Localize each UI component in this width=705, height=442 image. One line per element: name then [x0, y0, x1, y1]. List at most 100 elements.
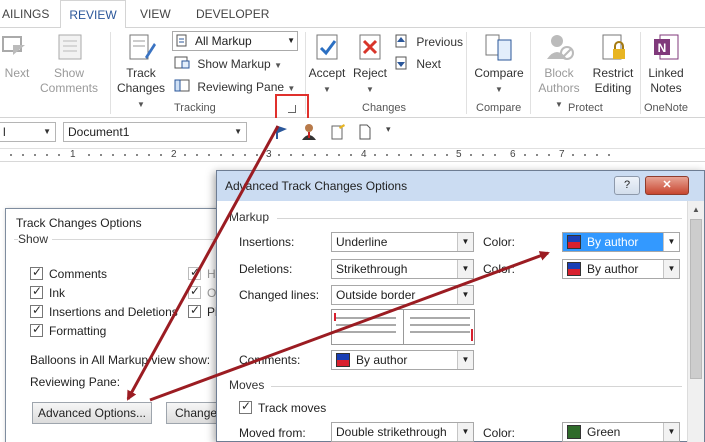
changed-lines-preview: [331, 309, 475, 345]
show-markup-label: Show Markup: [197, 57, 271, 71]
moves-section-label: Moves: [229, 378, 265, 392]
close-button[interactable]: ✕: [645, 176, 689, 195]
reviewing-pane-label: Reviewing Pane:: [30, 375, 121, 389]
document-combo-value: Document1: [68, 125, 130, 139]
flag-icon[interactable]: [274, 124, 290, 140]
restrict-editing-label-2: Editing: [594, 81, 632, 95]
chevron-down-icon: ▼: [366, 85, 374, 94]
comments-color-select[interactable]: By author ▼: [331, 350, 474, 370]
deletions-select-value: Strikethrough: [336, 262, 408, 276]
help-button[interactable]: ?: [614, 176, 640, 195]
other-authors-checkbox[interactable]: O: [188, 284, 217, 300]
compare-label: Compare: [474, 66, 524, 80]
next-change-label: Next: [416, 57, 442, 71]
show-comments-label-1: Show: [53, 66, 85, 80]
next-icon: [395, 56, 407, 70]
chevron-down-icon: ▼: [457, 423, 473, 441]
compare-button[interactable]: Compare ▼: [470, 31, 528, 97]
pictures-checkbox[interactable]: Pi: [188, 303, 218, 319]
customize-quick-access-icon[interactable]: ▾: [386, 124, 391, 135]
markup-icon: [176, 34, 190, 48]
style-combo-value: l: [3, 125, 6, 139]
scroll-thumb[interactable]: [690, 219, 702, 379]
ruler-number: 2: [171, 149, 177, 160]
section-divider: [277, 218, 682, 219]
chevron-down-icon: ▼: [287, 36, 295, 45]
next-change-button[interactable]: Next: [393, 54, 441, 74]
svg-text:N: N: [658, 41, 667, 55]
highlight-updates-label: H: [207, 267, 216, 281]
edit-document-icon[interactable]: [330, 123, 346, 141]
restrict-editing-label-1: Restrict: [592, 66, 634, 80]
chevron-down-icon: ▼: [457, 233, 473, 251]
advanced-options-button[interactable]: Advanced Options...: [32, 402, 152, 424]
tab-view[interactable]: VIEW: [136, 0, 175, 29]
tab-review[interactable]: REVIEW: [60, 0, 126, 29]
ruler-number: 1: [70, 149, 76, 160]
highlight-updates-checkbox[interactable]: H: [188, 265, 216, 281]
linked-notes-button[interactable]: N Linked Notes: [644, 31, 688, 96]
ruler-number: 3: [266, 149, 272, 160]
show-markup-button[interactable]: Show Markup ▼: [174, 54, 282, 74]
block-authors-button[interactable]: Block Authors ▼: [534, 31, 584, 112]
restrict-editing-button[interactable]: Restrict Editing: [588, 31, 638, 96]
style-combo[interactable]: l ▼: [0, 122, 56, 142]
chevron-down-icon: ▼: [323, 85, 331, 94]
accept-label: Accept: [308, 66, 346, 80]
color-swatch-icon: [567, 262, 581, 276]
tracking-group-label: Tracking: [174, 102, 216, 114]
tab-developer[interactable]: DEVELOPER: [192, 0, 273, 29]
block-authors-label-1: Block: [544, 66, 574, 80]
show-comments-icon: [58, 34, 82, 60]
comments-label: Comments:: [239, 353, 301, 367]
block-authors-label-2: Authors: [538, 81, 580, 95]
comments-checkbox[interactable]: Comments: [30, 265, 107, 281]
reviewing-pane-icon: [174, 79, 190, 92]
formatting-checkbox[interactable]: Formatting: [30, 322, 107, 338]
track-moves-label: Track moves: [258, 401, 327, 415]
track-changes-button[interactable]: Track Changes ▼: [112, 31, 170, 112]
other-authors-label: O: [207, 286, 217, 300]
ribbon-tabs: AILINGS REVIEW VIEW DEVELOPER: [0, 0, 705, 29]
chevron-down-icon: ▼: [663, 260, 679, 278]
moved-from-color-select[interactable]: Green ▼: [562, 422, 680, 442]
previous-change-button[interactable]: Previous: [393, 32, 463, 52]
changed-lines-select[interactable]: Outside border ▼: [331, 285, 474, 305]
deletions-label: Deletions:: [239, 262, 293, 276]
color-swatch-icon: [567, 425, 581, 439]
document-combo[interactable]: Document1 ▼: [63, 122, 247, 142]
reject-button[interactable]: Reject ▼: [350, 31, 390, 97]
deletions-color-label: Color:: [483, 262, 516, 276]
new-document-icon[interactable]: [358, 123, 372, 141]
next-comment-label: Next: [4, 66, 30, 80]
dialog-scrollbar[interactable]: ▲: [687, 201, 704, 442]
user-icon[interactable]: [301, 123, 317, 141]
insertions-deletions-checkbox[interactable]: Insertions and Deletions: [30, 303, 178, 319]
dialog-title: Advanced Track Changes Options: [225, 179, 408, 193]
reject-label: Reject: [352, 66, 387, 80]
insertions-select[interactable]: Underline ▼: [331, 232, 474, 252]
onenote-group-label: OneNote: [644, 102, 689, 114]
protect-group-label: Protect: [568, 102, 603, 114]
moved-from-select[interactable]: Double strikethrough ▼: [331, 422, 474, 442]
track-moves-checkbox[interactable]: Track moves: [239, 399, 327, 415]
show-comments-button[interactable]: Show Comments: [38, 31, 100, 96]
markup-dropdown[interactable]: All Markup ▼: [172, 31, 298, 51]
track-changes-options-dialog: Track Changes Options Show Comments Ink …: [5, 208, 235, 442]
reviewing-pane-label: Reviewing Pane: [197, 80, 285, 94]
deletions-select[interactable]: Strikethrough ▼: [331, 259, 474, 279]
quick-access-bar: l ▼ Document1 ▼ ▾: [0, 118, 705, 146]
ink-checkbox[interactable]: Ink: [30, 284, 65, 300]
insertions-color-select[interactable]: By author ▼: [562, 232, 680, 252]
deletions-color-select[interactable]: By author ▼: [562, 259, 680, 279]
color-swatch-icon: [567, 235, 581, 249]
separator: [466, 32, 467, 114]
scroll-up-icon[interactable]: ▲: [688, 201, 704, 218]
show-legend: Show: [18, 232, 53, 246]
accept-button[interactable]: Accept ▼: [306, 31, 348, 97]
tab-mailings[interactable]: AILINGS: [0, 0, 53, 29]
next-comment-button[interactable]: Next: [0, 31, 34, 81]
advanced-track-changes-dialog: Advanced Track Changes Options ? ✕ Marku…: [216, 170, 705, 442]
accept-icon: [316, 34, 338, 60]
formatting-checkbox-label: Formatting: [49, 324, 107, 338]
